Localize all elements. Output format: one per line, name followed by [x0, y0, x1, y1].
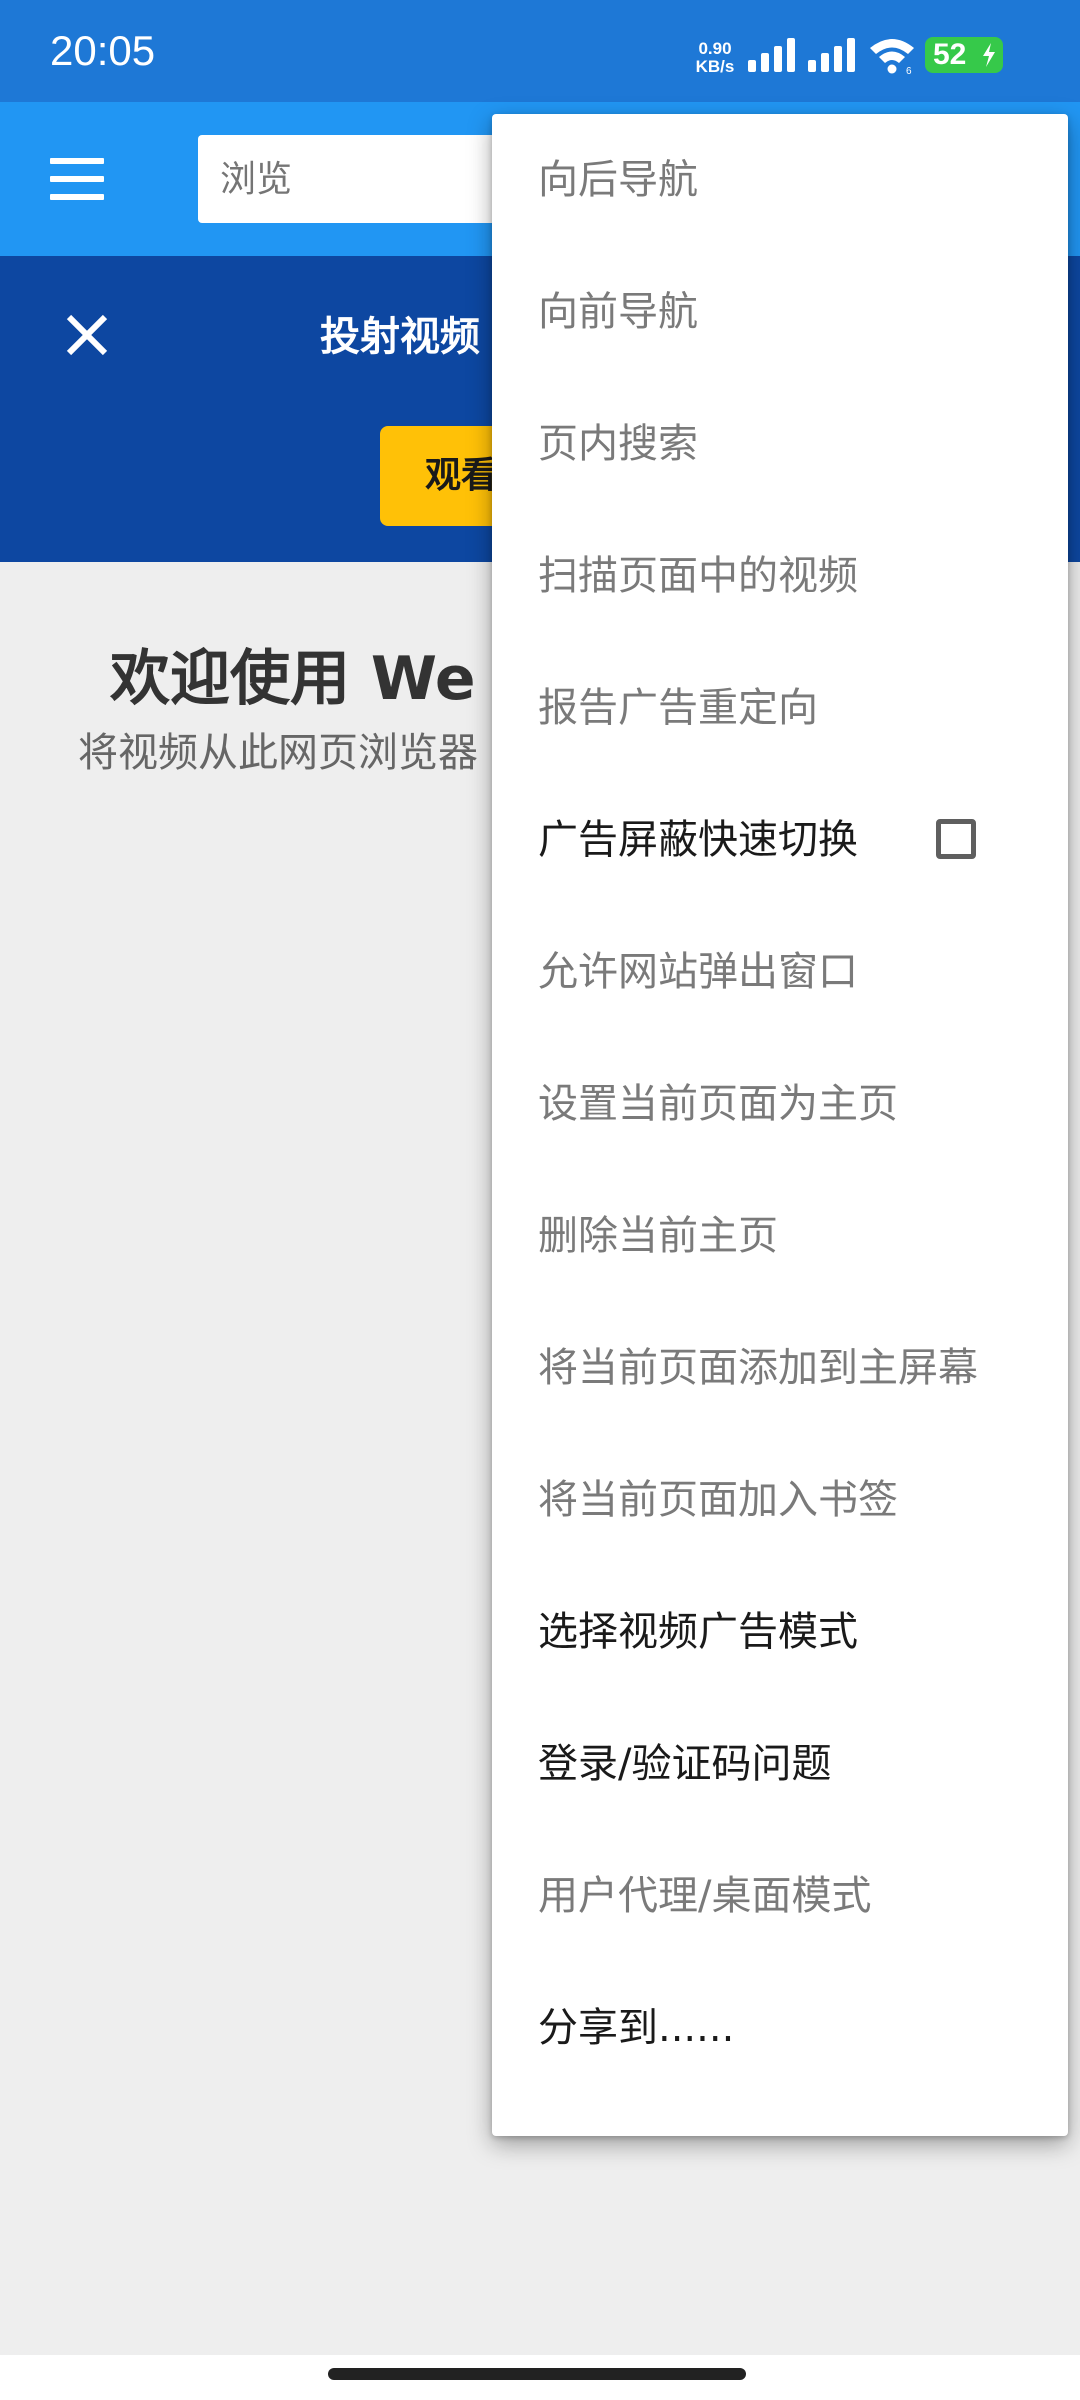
- menu-item-bookmark[interactable]: 将当前页面加入书签: [492, 1434, 1068, 1566]
- gesture-handle[interactable]: [328, 2368, 746, 2380]
- signal-icon: [748, 38, 795, 72]
- menu-item-add-to-home-screen[interactable]: 将当前页面添加到主屏幕: [492, 1302, 1068, 1434]
- menu-item-label: 登录/验证码问题: [538, 1741, 832, 1787]
- banner-title: 投射视频: [320, 314, 480, 360]
- menu-item-report-redirect[interactable]: 报告广告重定向: [492, 642, 1068, 774]
- menu-item-label: 报告广告重定向: [538, 685, 818, 731]
- menu-item-navigate-forward[interactable]: 向前导航: [492, 246, 1068, 378]
- svg-text:6: 6: [906, 66, 912, 74]
- menu-item-label: 广告屏蔽快速切换: [538, 817, 858, 863]
- menu-item-login-captcha[interactable]: 登录/验证码问题: [492, 1698, 1068, 1830]
- signal-icon: [808, 38, 855, 72]
- menu-item-label: 选择视频广告模式: [538, 1609, 858, 1655]
- close-icon[interactable]: [64, 312, 110, 358]
- menu-item-find-in-page[interactable]: 页内搜索: [492, 378, 1068, 510]
- menu-item-label: 将当前页面加入书签: [538, 1477, 898, 1523]
- menu-item-label: 页内搜索: [538, 421, 698, 467]
- menu-item-label: 设置当前页面为主页: [538, 1081, 898, 1127]
- menu-item-scan-videos[interactable]: 扫描页面中的视频: [492, 510, 1068, 642]
- menu-item-user-agent[interactable]: 用户代理/桌面模式: [492, 1830, 1068, 1962]
- menu-item-video-ad-mode[interactable]: 选择视频广告模式: [492, 1566, 1068, 1698]
- menu-item-label: 向前导航: [538, 289, 698, 335]
- adblock-checkbox[interactable]: [936, 819, 976, 859]
- status-bar: 20:05 0.90 KB/s 6 52: [0, 0, 1080, 102]
- menu-item-label: 允许网站弹出窗口: [538, 949, 858, 995]
- menu-item-set-homepage[interactable]: 设置当前页面为主页: [492, 1038, 1068, 1170]
- welcome-title: 欢迎使用 We: [110, 644, 476, 714]
- menu-item-label: 向后导航: [538, 157, 698, 203]
- wifi-icon: 6: [870, 39, 914, 74]
- menu-item-label: 分享到......: [538, 2005, 735, 2051]
- network-speed-unit: KB/s: [695, 57, 735, 76]
- menu-item-allow-popups[interactable]: 允许网站弹出窗口: [492, 906, 1068, 1038]
- menu-item-navigate-back[interactable]: 向后导航: [492, 114, 1068, 246]
- menu-item-share[interactable]: 分享到......: [492, 1962, 1068, 2094]
- menu-item-delete-homepage[interactable]: 删除当前主页: [492, 1170, 1068, 1302]
- network-speed: 0.90 KB/s: [690, 40, 740, 76]
- status-time: 20:05: [50, 27, 156, 74]
- hamburger-icon[interactable]: [50, 158, 104, 200]
- battery-level: 52: [933, 38, 967, 71]
- menu-item-label: 扫描页面中的视频: [538, 553, 858, 599]
- network-speed-value: 0.90: [698, 39, 732, 58]
- battery-charging-icon: 52: [925, 37, 1003, 73]
- bolt-icon: [983, 43, 995, 67]
- menu-item-label: 将当前页面添加到主屏幕: [538, 1345, 978, 1391]
- menu-item-adblock-toggle[interactable]: 广告屏蔽快速切换: [492, 774, 1068, 906]
- welcome-subtitle: 将视频从此网页浏览器: [78, 730, 478, 776]
- menu-item-label: 删除当前主页: [538, 1213, 778, 1259]
- overflow-menu: 向后导航 向前导航 页内搜索 扫描页面中的视频 报告广告重定向 广告屏蔽快速切换…: [492, 114, 1068, 2136]
- menu-item-label: 用户代理/桌面模式: [538, 1873, 872, 1919]
